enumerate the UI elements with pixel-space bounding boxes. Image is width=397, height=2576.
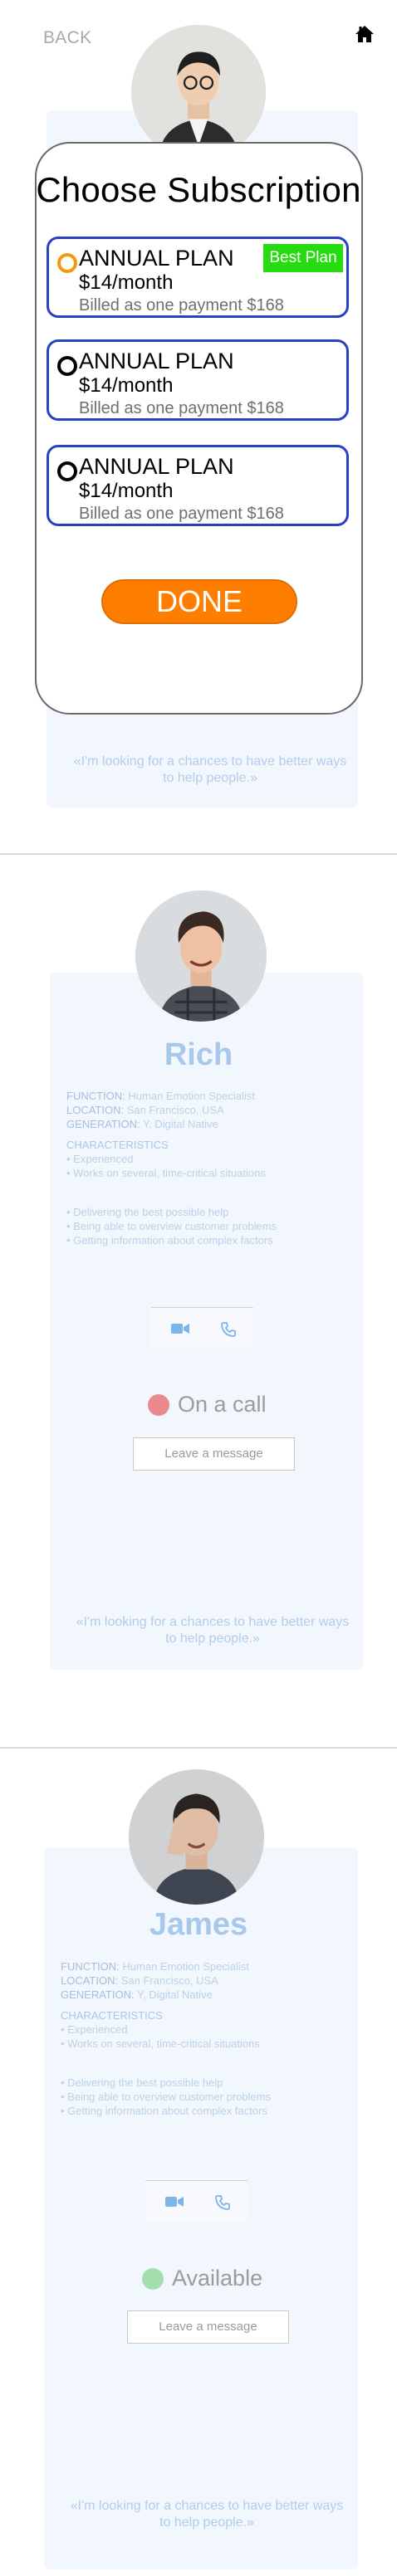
- plan-option-1[interactable]: ANNUAL PLAN $14/month Billed as one paym…: [47, 237, 349, 318]
- subscription-modal: [35, 142, 363, 715]
- goal-item: • Getting information about complex fact…: [66, 1234, 273, 1247]
- plan-price: $14/month: [79, 480, 174, 502]
- section-divider: [0, 853, 397, 855]
- availability-status: Available: [142, 2266, 262, 2291]
- plan-billing: Billed as one payment $168: [79, 399, 284, 417]
- function-value: Human Emotion Specialist: [122, 1960, 249, 1973]
- video-call-icon[interactable]: [165, 2195, 184, 2208]
- profile-details: FUNCTION: Human Emotion Specialist LOCAT…: [66, 1089, 349, 1247]
- characteristic-item: • Experienced: [61, 2023, 128, 2036]
- goal-item: • Being able to overview customer proble…: [61, 2091, 272, 2103]
- home-icon[interactable]: [355, 25, 375, 43]
- status-dot-icon: [142, 2267, 164, 2290]
- function-label: FUNCTION:: [61, 1960, 120, 1973]
- location-value: San Francisco, USA: [126, 1104, 224, 1116]
- profile-quote: «I'm looking for a chances to have bette…: [73, 754, 347, 785]
- profile-quote: «I'm looking for a chances to have bette…: [70, 2499, 344, 2530]
- goal-item: • Getting information about complex fact…: [61, 2105, 267, 2117]
- contact-actions: [151, 1307, 253, 1349]
- plan-price: $14/month: [79, 271, 174, 294]
- section-divider: [0, 1747, 397, 1749]
- goal-item: • Being able to overview customer proble…: [66, 1220, 277, 1232]
- plan-name: ANNUAL PLAN: [79, 454, 234, 479]
- generation-label: GENERATION:: [61, 1988, 135, 2001]
- best-plan-badge: Best Plan: [263, 244, 343, 272]
- characteristics-heading: CHARACTERISTICS: [66, 1139, 169, 1151]
- generation-value: Y, Digital Native: [143, 1118, 218, 1130]
- function-value: Human Emotion Specialist: [128, 1090, 255, 1102]
- modal-title: Choose Subscription: [36, 170, 361, 209]
- location-label: LOCATION:: [61, 1974, 119, 1987]
- profile-details: FUNCTION: Human Emotion Specialist LOCAT…: [61, 1959, 343, 2118]
- plan-name: ANNUAL PLAN: [79, 246, 234, 271]
- plan-billing: Billed as one payment $168: [79, 296, 284, 315]
- contact-actions: [145, 2180, 248, 2222]
- plan-option-3[interactable]: ANNUAL PLAN $14/month Billed as one paym…: [47, 445, 349, 526]
- radio-selected-icon[interactable]: [57, 253, 77, 273]
- goal-item: • Delivering the best possible help: [66, 1206, 229, 1218]
- availability-status: On a call: [148, 1392, 267, 1417]
- phone-call-icon[interactable]: [221, 1322, 236, 1337]
- function-label: FUNCTION:: [66, 1090, 125, 1102]
- location-label: LOCATION:: [66, 1104, 125, 1116]
- profile-name: James: [149, 1907, 248, 1942]
- leave-message-button[interactable]: Leave a message: [127, 2310, 289, 2344]
- radio-unselected-icon[interactable]: [57, 461, 77, 481]
- profile-quote: «I'm looking for a chances to have bette…: [76, 1615, 350, 1646]
- avatar: [129, 1769, 264, 1905]
- radio-unselected-icon[interactable]: [57, 356, 77, 376]
- goal-item: • Delivering the best possible help: [61, 2076, 223, 2089]
- status-text: Available: [172, 2266, 263, 2291]
- plan-price: $14/month: [79, 374, 174, 397]
- characteristic-item: • Works on several, time-critical situat…: [61, 2037, 260, 2050]
- plan-name: ANNUAL PLAN: [79, 349, 234, 373]
- video-call-icon[interactable]: [171, 1322, 189, 1335]
- status-text: On a call: [178, 1392, 267, 1417]
- avatar: [131, 25, 266, 159]
- back-button[interactable]: BACK: [43, 28, 91, 48]
- status-dot-icon: [148, 1393, 169, 1416]
- plan-billing: Billed as one payment $168: [79, 505, 284, 523]
- profile-name: Rich: [164, 1037, 233, 1072]
- characteristics-heading: CHARACTERISTICS: [61, 2009, 163, 2022]
- avatar: [135, 890, 267, 1022]
- leave-message-button[interactable]: Leave a message: [133, 1437, 295, 1471]
- generation-value: Y, Digital Native: [137, 1988, 213, 2001]
- location-value: San Francisco, USA: [120, 1974, 218, 1987]
- characteristic-item: • Experienced: [66, 1153, 134, 1165]
- phone-call-icon[interactable]: [215, 2195, 230, 2210]
- done-button[interactable]: DONE: [101, 579, 297, 624]
- generation-label: GENERATION:: [66, 1118, 140, 1130]
- characteristic-item: • Works on several, time-critical situat…: [66, 1167, 266, 1179]
- plan-option-2[interactable]: ANNUAL PLAN $14/month Billed as one paym…: [47, 339, 349, 421]
